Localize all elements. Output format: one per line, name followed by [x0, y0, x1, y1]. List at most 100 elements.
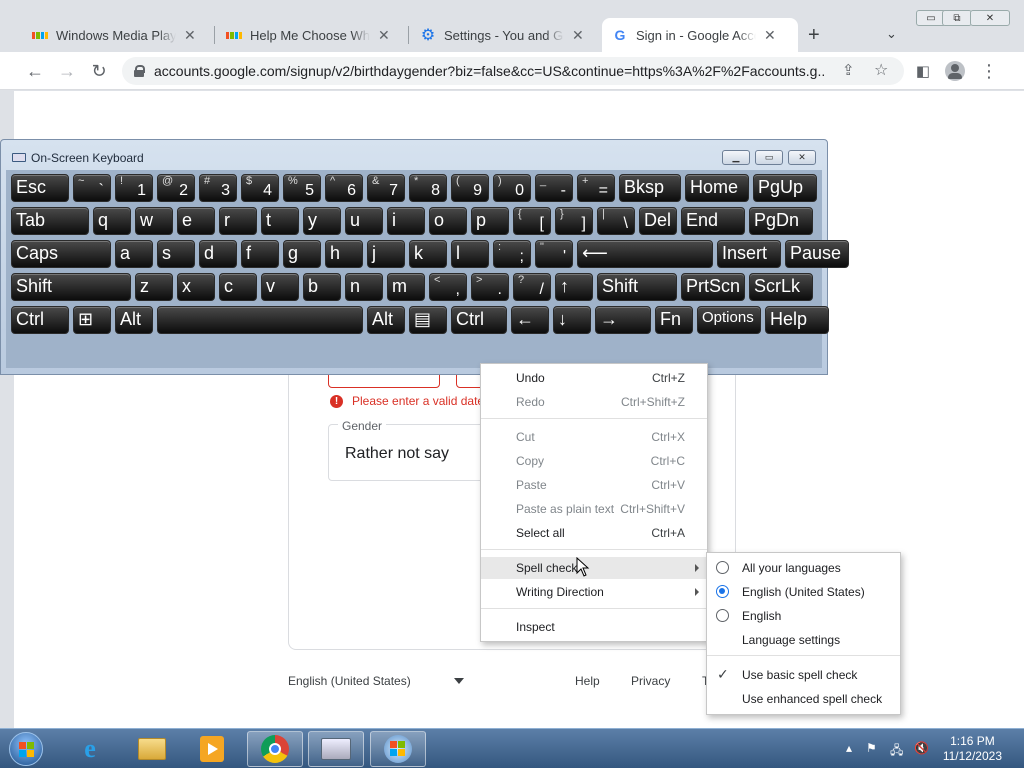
media-player-taskbar-button[interactable]	[188, 731, 236, 767]
lock-icon[interactable]	[134, 65, 145, 77]
tab-close-icon[interactable]: ✕	[572, 27, 584, 44]
footer-privacy-link[interactable]: Privacy	[631, 674, 670, 688]
key-sym0-12[interactable]: _ -	[535, 174, 573, 202]
key-fn[interactable]: Fn	[655, 306, 693, 334]
gender-select[interactable]: Gender Rather not say	[328, 419, 488, 481]
key-pause[interactable]: Pause	[785, 240, 849, 268]
internet-explorer-taskbar-button[interactable]: e	[66, 731, 114, 767]
key-v[interactable]: v	[261, 273, 299, 301]
tab-windows-media-player[interactable]: Windows Media Player c ✕	[22, 18, 212, 52]
key-sym4-5[interactable]: ▤	[409, 306, 447, 334]
menu-item-writing-direction[interactable]: Writing Direction	[481, 581, 707, 603]
key-sym0-13[interactable]: + =	[577, 174, 615, 202]
key-sym0-2[interactable]: ! 1	[115, 174, 153, 202]
key-sym3-11[interactable]: ↑	[555, 273, 593, 301]
volume-muted-icon[interactable]: 🔇	[914, 741, 929, 755]
menu-item-inspect[interactable]: Inspect	[481, 616, 707, 638]
show-hidden-icons-icon[interactable]: ▴	[846, 741, 852, 755]
key-sym4-7[interactable]: ←	[511, 306, 549, 334]
key-q[interactable]: q	[93, 207, 131, 235]
bookmark-star-icon[interactable]: ☆	[874, 60, 888, 80]
menu-item-undo[interactable]: Undo Ctrl+Z	[481, 367, 707, 389]
key-sym0-7[interactable]: ^ 6	[325, 174, 363, 202]
key-h[interactable]: h	[325, 240, 363, 268]
key-sym0-9[interactable]: * 8	[409, 174, 447, 202]
key-m[interactable]: m	[387, 273, 425, 301]
on-screen-keyboard-taskbar-button[interactable]	[308, 731, 364, 767]
key-g[interactable]: g	[283, 240, 321, 268]
profile-avatar-icon[interactable]	[942, 58, 968, 84]
key-o[interactable]: o	[429, 207, 467, 235]
key-e[interactable]: e	[177, 207, 215, 235]
key-pgup[interactable]: PgUp	[753, 174, 817, 202]
new-tab-button[interactable]: +	[808, 24, 820, 47]
key-sym0-3[interactable]: @2	[157, 174, 195, 202]
action-center-flag-icon[interactable]: ⚑	[866, 741, 877, 755]
back-arrow-icon[interactable]: ←	[22, 58, 48, 84]
menu-item-select-all[interactable]: Select all Ctrl+A	[481, 522, 707, 544]
key-sym1-11[interactable]: {[	[513, 207, 551, 235]
tab-close-icon[interactable]: ✕	[764, 27, 776, 44]
key-caps[interactable]: Caps	[11, 240, 111, 268]
key-sym0-5[interactable]: $4	[241, 174, 279, 202]
key-shift[interactable]: Shift	[597, 273, 677, 301]
key-sym3-9[interactable]: >.	[471, 273, 509, 301]
key-k[interactable]: k	[409, 240, 447, 268]
key-i[interactable]: i	[387, 207, 425, 235]
submenu-english-us[interactable]: English (United States)	[707, 581, 900, 603]
key-ctrl[interactable]: Ctrl	[451, 306, 507, 334]
side-panel-icon[interactable]: ◧	[910, 58, 936, 84]
tab-help-me-choose[interactable]: Help Me Choose Which ✕	[216, 18, 408, 52]
system-clock[interactable]: 1:16 PM 11/12/2023	[943, 734, 1002, 764]
forward-arrow-icon[interactable]: →	[54, 58, 80, 84]
key-t[interactable]: t	[261, 207, 299, 235]
key-sym0-11[interactable]: ) 0	[493, 174, 531, 202]
submenu-english[interactable]: English	[707, 605, 900, 627]
key-u[interactable]: u	[345, 207, 383, 235]
key-end[interactable]: End	[681, 207, 745, 235]
network-icon[interactable]: 🖧	[890, 741, 903, 762]
key-y[interactable]: y	[303, 207, 341, 235]
key-f[interactable]: f	[241, 240, 279, 268]
language-select[interactable]: English (United States)	[288, 674, 411, 688]
key-sym4-8[interactable]: ↓	[553, 306, 591, 334]
tab-settings[interactable]: ⚙ Settings - You and Goog ✕	[410, 18, 600, 52]
key-insert[interactable]: Insert	[717, 240, 781, 268]
key-sym3-10[interactable]: ? /	[513, 273, 551, 301]
key-b[interactable]: b	[303, 273, 341, 301]
kebab-menu-icon[interactable]: ⋮	[976, 58, 1002, 84]
key-sym0-8[interactable]: & 7	[367, 174, 405, 202]
language-dropdown-arrow-icon[interactable]	[454, 678, 464, 684]
menu-item-copy[interactable]: Copy Ctrl+C	[481, 450, 707, 472]
osk-close-button[interactable]: ✕	[788, 150, 816, 165]
key-alt[interactable]: Alt	[115, 306, 153, 334]
footer-help-link[interactable]: Help	[575, 674, 600, 688]
menu-item-spell-check[interactable]: Spell check	[481, 557, 707, 579]
key-s[interactable]: s	[157, 240, 195, 268]
key-sym4-9[interactable]: →	[595, 306, 651, 334]
key-sym3-8[interactable]: <,	[429, 273, 467, 301]
reload-icon[interactable]: ↻	[86, 58, 112, 84]
menu-item-paste[interactable]: Paste Ctrl+V	[481, 474, 707, 496]
menu-item-cut[interactable]: Cut Ctrl+X	[481, 426, 707, 448]
key-j[interactable]: j	[367, 240, 405, 268]
submenu-basic-spell-check[interactable]: ✓ Use basic spell check	[707, 664, 900, 686]
key-n[interactable]: n	[345, 273, 383, 301]
key-sym1-12[interactable]: }]	[555, 207, 593, 235]
menu-item-redo[interactable]: Redo Ctrl+Shift+Z	[481, 391, 707, 413]
tab-close-icon[interactable]: ✕	[184, 27, 196, 44]
key-z[interactable]: z	[135, 273, 173, 301]
key-l[interactable]: l	[451, 240, 489, 268]
key-sym0-10[interactable]: (9	[451, 174, 489, 202]
windows-update-taskbar-button[interactable]	[370, 731, 426, 767]
key-tab[interactable]: Tab	[11, 207, 89, 235]
key-d[interactable]: d	[199, 240, 237, 268]
share-icon[interactable]: ⇪	[842, 61, 855, 79]
submenu-enhanced-spell-check[interactable]: Use enhanced spell check	[707, 688, 900, 710]
key-sym4-1[interactable]: ⊞	[73, 306, 111, 334]
key-sym1-13[interactable]: | \	[597, 207, 635, 235]
explorer-taskbar-button[interactable]	[128, 731, 176, 767]
key-shift[interactable]: Shift	[11, 273, 131, 301]
key-del[interactable]: Del	[639, 207, 677, 235]
key-c[interactable]: c	[219, 273, 257, 301]
